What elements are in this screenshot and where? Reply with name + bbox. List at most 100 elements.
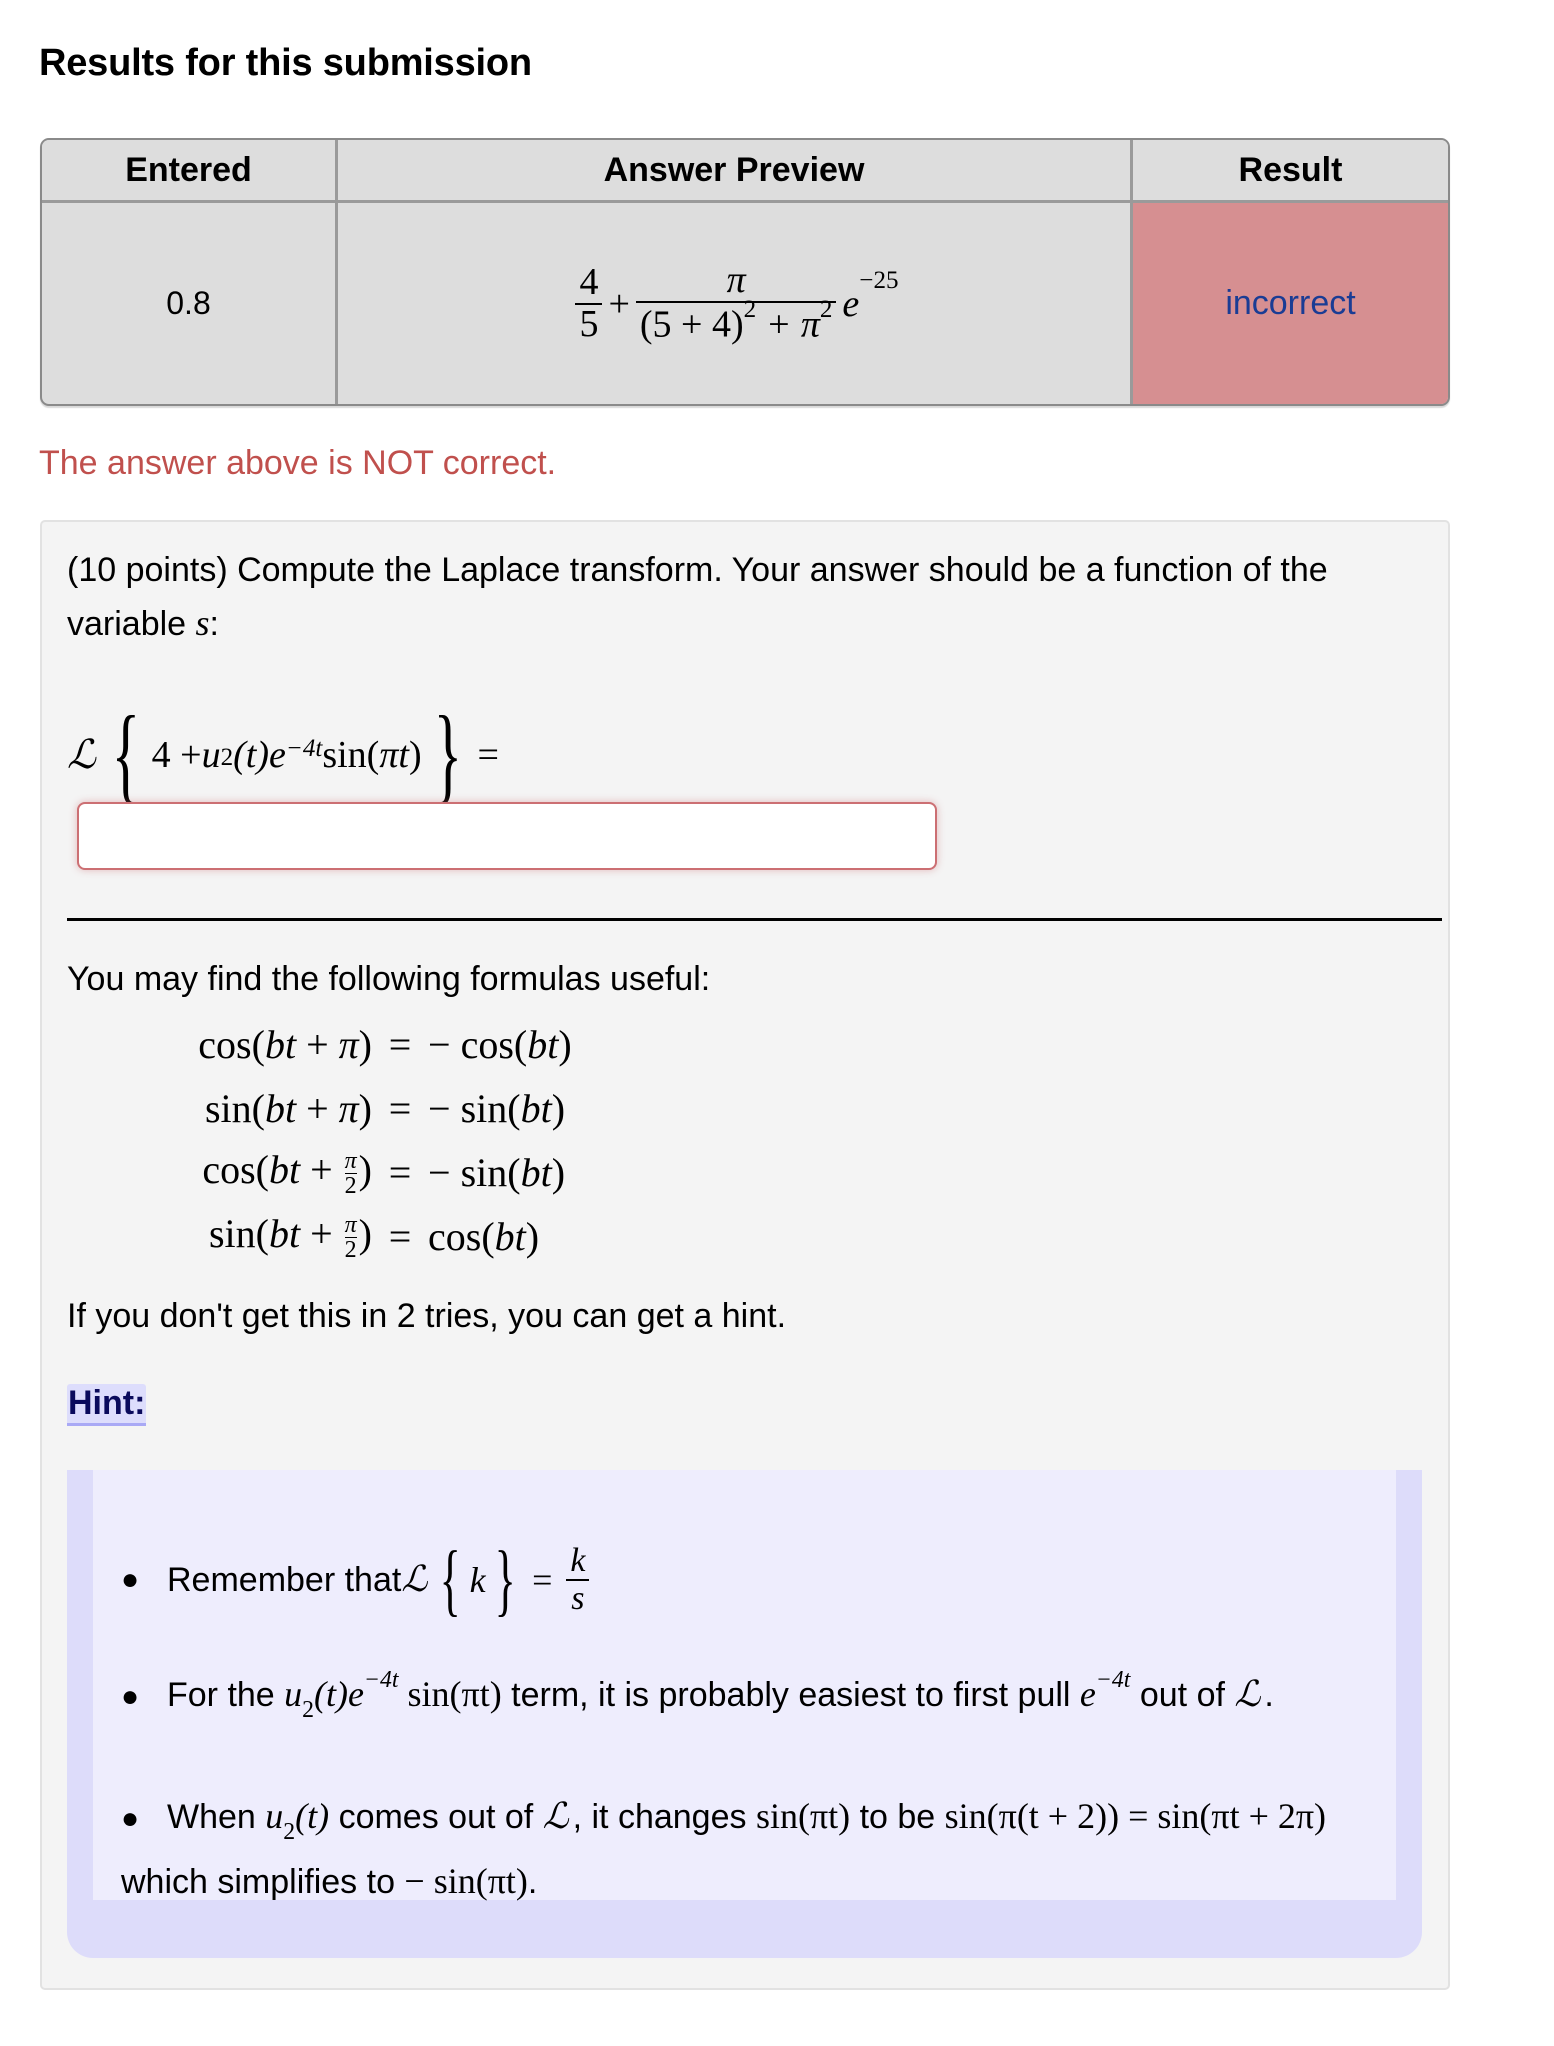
exp-power: −4t xyxy=(285,734,323,762)
open-brace: { xyxy=(111,695,140,814)
prompt-text: (10 points) Compute the Laplace transfor… xyxy=(67,551,1328,643)
preview-expression: 4 5 + π (5 + 4)2 + π2 e −25 xyxy=(569,260,899,346)
exp-base: e xyxy=(269,734,286,776)
step-function: u xyxy=(284,1674,303,1714)
sin-term: sin(πt) xyxy=(398,1674,502,1714)
close-paren: ) xyxy=(358,1085,372,1131)
formula-row: cos(bt + π) = − cos(bt) xyxy=(152,1012,572,1076)
hint-text: to be xyxy=(850,1798,945,1836)
divider xyxy=(67,918,1442,921)
equals-sign: = xyxy=(388,1149,412,1195)
laplace-operator: ℒ xyxy=(401,1559,428,1600)
sign: − xyxy=(428,1149,461,1195)
lhs-arg: π xyxy=(338,1085,359,1131)
hint-text: which simplifies to xyxy=(121,1863,405,1902)
formula-rhs: − sin(bt) xyxy=(428,1149,565,1196)
formula-lhs: cos(bt + π) xyxy=(152,1021,372,1068)
hint-content: ● Remember that ℒ { k } = k s ● For the u… xyxy=(93,1470,1396,1902)
result-status: incorrect xyxy=(1133,203,1448,404)
hint-item: ● Remember that ℒ { k } = k s xyxy=(121,1540,1381,1620)
prompt-variable: s xyxy=(195,603,210,643)
formula-rhs: − cos(bt) xyxy=(428,1021,572,1068)
fn: sin( xyxy=(204,1085,265,1131)
hint-text: . xyxy=(527,1863,538,1902)
plus: + xyxy=(300,1210,343,1256)
tries-message: If you don't get this in 2 tries, you ca… xyxy=(67,1297,787,1335)
var: bt xyxy=(264,1021,297,1067)
numerator: k xyxy=(570,1542,586,1580)
equals-sign: = xyxy=(477,734,499,776)
denominator: s xyxy=(571,1580,585,1617)
formula-list: cos(bt + π) = − cos(bt) sin(bt + π) = − sin(b… xyxy=(152,1012,572,1268)
exp-base: e xyxy=(1079,1674,1096,1714)
plus-sign: + xyxy=(608,282,630,325)
step-function: u xyxy=(265,1796,284,1836)
fn: cos( xyxy=(460,1021,528,1067)
numerator: π xyxy=(344,1147,357,1174)
exp-power: −4t xyxy=(1095,1667,1131,1694)
formula-lhs: sin(bt + π) xyxy=(152,1085,372,1132)
den-base: (5 + 4) xyxy=(639,303,744,346)
page-title: Results for this submission xyxy=(39,42,532,84)
equals-sign: = xyxy=(388,1085,412,1131)
fn: sin( xyxy=(208,1210,269,1256)
entered-value: 0.8 xyxy=(166,285,211,321)
formulas-intro: You may find the following formulas usef… xyxy=(67,960,711,998)
formula-rhs: cos(bt) xyxy=(428,1213,539,1260)
fraction-pi-over-sum: π (5 + 4)2 + π2 xyxy=(635,260,837,346)
hint-text: . xyxy=(1264,1676,1274,1714)
plus: + xyxy=(300,1146,343,1192)
equals-sign: = xyxy=(388,1213,412,1259)
sin-arg: πt xyxy=(379,734,409,776)
close-paren: ) xyxy=(408,734,422,776)
answer-input[interactable] xyxy=(77,802,937,870)
hint-toggle[interactable]: Hint: xyxy=(67,1384,147,1426)
hint-panel: ● Remember that ℒ { k } = k s ● For the u… xyxy=(67,1470,1422,1958)
denominator: 2 xyxy=(344,1237,357,1264)
bullet-icon: ● xyxy=(121,1563,140,1596)
sin-identity: sin(π(t + 2)) = sin(πt + 2π) xyxy=(944,1796,1327,1836)
var: bt xyxy=(520,1085,552,1131)
formula-lhs: cos(bt + π 2) xyxy=(152,1146,372,1199)
exp-base: e xyxy=(842,282,860,325)
hint-text: , it changes xyxy=(572,1798,756,1836)
var: bt xyxy=(264,1085,297,1131)
formula-row: sin(bt + π) = − sin(bt) xyxy=(152,1076,572,1140)
equals-sign: = xyxy=(388,1021,412,1067)
term-constant: 4 + xyxy=(151,734,202,776)
var: bt xyxy=(268,1146,301,1192)
close-paren: ) xyxy=(525,1213,540,1259)
fraction-four-fifths: 4 5 xyxy=(575,260,603,345)
hint-k: k xyxy=(469,1560,486,1600)
hint-text: When xyxy=(167,1798,266,1836)
denominator: 5 xyxy=(579,302,599,345)
step-argument: (t) xyxy=(314,1674,349,1714)
laplace-operator: ℒ xyxy=(1234,1674,1261,1715)
var: bt xyxy=(520,1149,552,1195)
formula-rhs: − sin(bt) xyxy=(428,1085,565,1132)
sin-fn: sin( xyxy=(322,734,380,776)
hint-text: term, it is probably easiest to first pu… xyxy=(501,1676,1080,1714)
laplace-equation: ℒ { 4 + u 2 (t) e −4t sin(πt) } = xyxy=(67,690,499,820)
fn: sin( xyxy=(460,1085,521,1131)
fn: cos( xyxy=(202,1146,269,1192)
laplace-operator: ℒ xyxy=(67,732,96,778)
numerator: 4 xyxy=(579,260,599,303)
close-paren: ) xyxy=(358,1021,372,1067)
equals-sign: = xyxy=(532,1560,553,1600)
hint-item: ● For the u2(t)e−4t sin(πt) term, it is p… xyxy=(121,1660,1381,1733)
exp-power: −25 xyxy=(859,266,899,294)
close-brace: } xyxy=(433,695,462,814)
prompt-end: : xyxy=(209,605,219,643)
step-argument: (t) xyxy=(295,1796,330,1836)
fraction-pi-over-2: π2 xyxy=(344,1211,357,1264)
plus: + xyxy=(296,1085,339,1131)
formula-lhs: sin(bt + π 2) xyxy=(152,1210,372,1263)
denominator: 2 xyxy=(344,1173,357,1200)
bullet-icon: ● xyxy=(121,1680,140,1713)
numerator: π xyxy=(344,1211,357,1238)
problem-box: (10 points) Compute the Laplace transfor… xyxy=(40,520,1450,1990)
den-pi: + π xyxy=(756,303,820,346)
den-pi-exponent: 2 xyxy=(819,295,833,323)
hint-text: comes out of xyxy=(329,1798,543,1836)
